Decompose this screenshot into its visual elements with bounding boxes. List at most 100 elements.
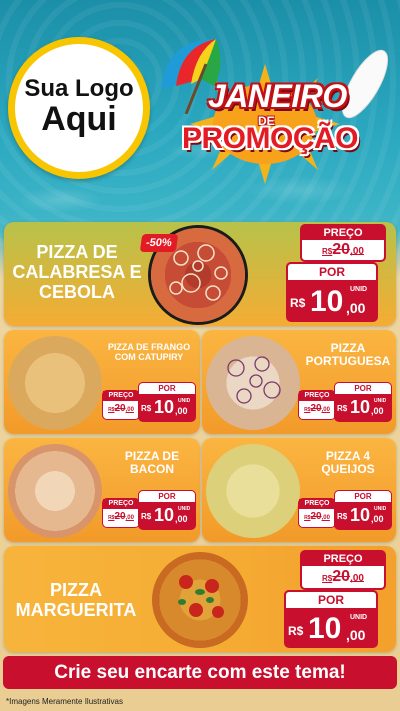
new-price-tag: POR R$ 10 ,00 UNID — [138, 382, 196, 422]
currency-symbol: R$ — [322, 574, 333, 583]
old-price-int: 20 — [310, 511, 322, 522]
unit-label: UNID — [374, 506, 387, 512]
old-price-label: PREÇO — [299, 499, 335, 509]
price-dec: ,00 — [371, 514, 384, 524]
price-dec: ,00 — [175, 406, 188, 416]
currency-symbol: R$ — [141, 512, 152, 521]
pizza-4-queijos-image — [206, 444, 300, 538]
price-int: 10 — [310, 285, 344, 318]
product-name: PIZZA PORTUGUESA — [305, 341, 391, 369]
product-name: PIZZA MARGUERITA — [15, 580, 137, 621]
price-int: 10 — [154, 397, 175, 417]
old-price-dec: ,00 — [321, 407, 330, 413]
unit-label: UNID — [350, 286, 368, 293]
disclaimer-text: *Imagens Meramente Ilustrativas — [6, 697, 123, 706]
product-card-calabresa: PIZZA DE CALABRESA E CEBOLA -50% PREÇO R… — [4, 222, 396, 326]
new-price-value: R$ 10 ,00 UNID — [138, 394, 196, 423]
new-price-tag: POR R$ 10 ,00 UNID — [284, 590, 378, 648]
old-price-dec: ,00 — [350, 573, 364, 584]
product-name: PIZZA DE BACON — [124, 449, 180, 477]
headline-line1: JANEIRO — [208, 78, 347, 114]
new-price-value: R$ 10 ,00 UNID — [334, 394, 392, 423]
old-price-tag: PREÇO R$20,00 — [298, 498, 336, 528]
product-card-bacon: PIZZA DE BACON PREÇO R$20,00 POR R$ 10 ,… — [4, 438, 200, 542]
new-price-tag: POR R$ 10 ,00 UNID — [138, 490, 196, 530]
old-price-dec: ,00 — [125, 407, 134, 413]
headline-line3: PROMOÇÃO — [182, 122, 359, 155]
unit-label: UNID — [178, 398, 191, 404]
price-int: 10 — [154, 505, 175, 525]
old-price-tag: PREÇO R$20,00 — [300, 224, 386, 262]
pizza-frango-image — [8, 336, 102, 430]
new-price-tag: POR R$ 10 ,00 UNID — [334, 382, 392, 422]
old-price-dec: ,00 — [350, 246, 364, 257]
new-price-value: R$ 10 ,00 UNID — [334, 502, 392, 531]
promo-headline: JANEIRO DE PROMOÇÃO — [150, 34, 400, 184]
onion-rings-icon — [227, 356, 281, 404]
logo-line2: Aqui — [41, 100, 117, 139]
currency-symbol: R$ — [337, 404, 348, 413]
product-card-portuguesa: PIZZA PORTUGUESA PREÇO R$20,00 POR R$ 10… — [202, 330, 396, 434]
currency-symbol: R$ — [141, 404, 152, 413]
product-name: PIZZA 4 QUEIJOS — [321, 449, 375, 477]
unit-label: UNID — [178, 506, 191, 512]
old-price-tag: PREÇO R$20,00 — [102, 390, 140, 420]
pizza-portuguesa-image — [206, 336, 300, 430]
product-card-marguerita: PIZZA MARGUERITA PREÇO R$20,00 POR R$ 10… — [4, 546, 396, 652]
currency-symbol: R$ — [290, 296, 306, 310]
price-dec: ,00 — [346, 627, 366, 643]
currency-symbol: R$ — [337, 512, 348, 521]
old-price-label: PREÇO — [299, 391, 335, 401]
pizza-bacon-image — [8, 444, 102, 538]
product-name: PIZZA DE CALABRESA E CEBOLA — [12, 242, 142, 303]
old-price-value: R$20,00 — [103, 509, 139, 526]
new-price-label: POR — [138, 490, 196, 502]
unit-label: UNID — [350, 614, 368, 621]
new-price-tag: POR R$ 10 ,00 UNID — [286, 262, 378, 322]
tomato-basil-icon — [178, 575, 224, 618]
price-dec: ,00 — [371, 406, 384, 416]
new-price-label: POR — [286, 262, 378, 280]
price-dec: ,00 — [346, 300, 366, 316]
old-price-tag: PREÇO R$20,00 — [102, 498, 140, 528]
new-price-value: R$ 10 ,00 UNID — [284, 608, 378, 648]
old-price-dec: ,00 — [125, 515, 134, 521]
price-dec: ,00 — [175, 514, 188, 524]
cta-banner[interactable]: Crie seu encarte com este tema! — [3, 656, 397, 689]
new-price-value: R$ 10 ,00 UNID — [138, 502, 196, 531]
product-card-frango: PIZZA DE FRANGO COM CATUPIRY PREÇO R$20,… — [4, 330, 200, 434]
new-price-label: POR — [284, 590, 378, 608]
logo-placeholder: Sua Logo Aqui — [8, 37, 150, 179]
currency-symbol: R$ — [322, 247, 333, 256]
old-price-value: R$20,00 — [299, 509, 335, 526]
old-price-int: 20 — [310, 403, 322, 414]
new-price-tag: POR R$ 10 ,00 UNID — [334, 490, 392, 530]
old-price-tag: PREÇO R$20,00 — [298, 390, 336, 420]
new-price-label: POR — [138, 382, 196, 394]
new-price-label: POR — [334, 490, 392, 502]
old-price-value: R$20,00 — [103, 401, 139, 418]
price-int: 10 — [350, 397, 371, 417]
product-card-4-queijos: PIZZA 4 QUEIJOS PREÇO R$20,00 POR R$ 10 … — [202, 438, 396, 542]
old-price-dec: ,00 — [321, 515, 330, 521]
old-price-int: 20 — [332, 568, 351, 585]
product-name: PIZZA DE FRANGO COM CATUPIRY — [107, 342, 191, 363]
old-price-int: 20 — [332, 241, 351, 258]
currency-symbol: R$ — [288, 624, 304, 638]
old-price-value: R$20,00 — [302, 566, 384, 590]
discount-badge: -50% — [139, 234, 178, 252]
old-price-label: PREÇO — [302, 226, 384, 240]
old-price-value: R$20,00 — [302, 240, 384, 262]
logo-line1: Sua Logo — [24, 75, 134, 103]
old-price-tag: PREÇO R$20,00 — [300, 550, 386, 590]
price-int: 10 — [308, 612, 342, 645]
old-price-value: R$20,00 — [299, 401, 335, 418]
unit-label: UNID — [374, 398, 387, 404]
old-price-label: PREÇO — [302, 552, 384, 566]
old-price-int: 20 — [114, 403, 126, 414]
price-int: 10 — [350, 505, 371, 525]
old-price-int: 20 — [114, 511, 126, 522]
old-price-label: PREÇO — [103, 499, 139, 509]
new-price-value: R$ 10 ,00 UNID — [286, 280, 378, 322]
new-price-label: POR — [334, 382, 392, 394]
